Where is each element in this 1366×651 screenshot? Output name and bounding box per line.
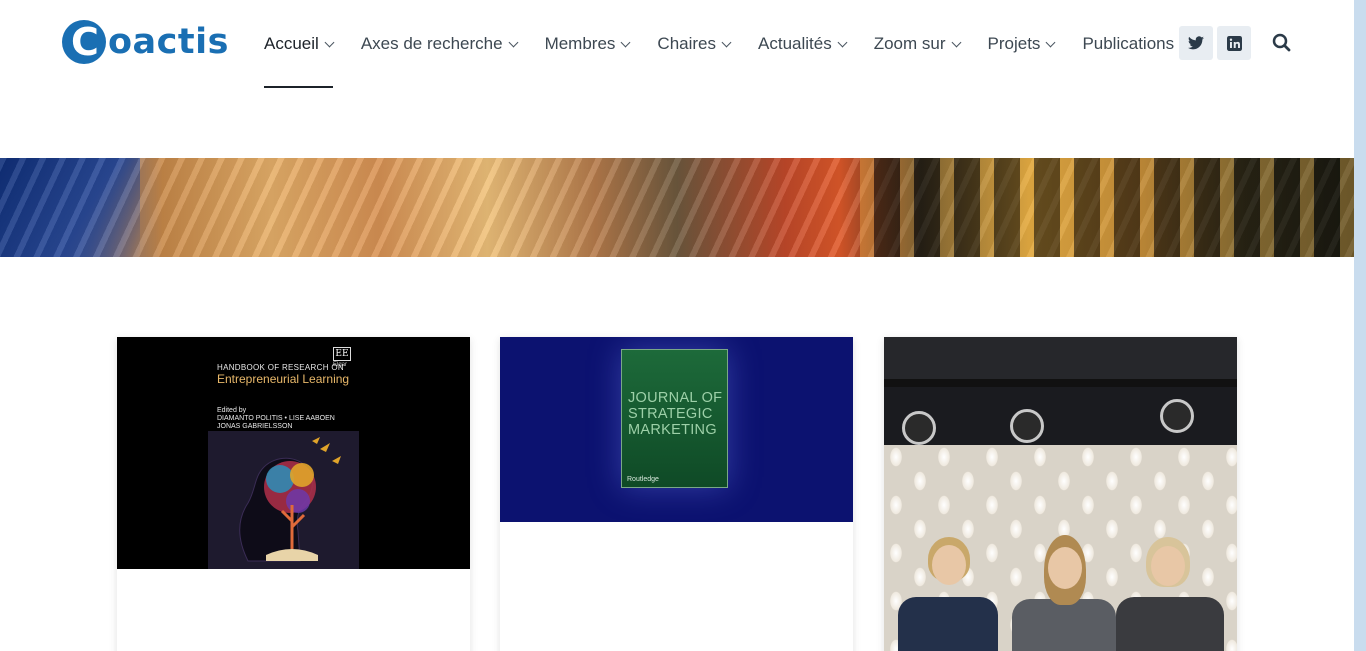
book-editors: Edited by DIAMANTO POLITIS • LISE AABOEN… [217,407,335,431]
head-tree-illustration [208,431,359,569]
editors-label: Edited by [217,407,247,414]
chevron-down-icon [620,37,631,47]
nav-label: Membres [544,34,616,53]
logo-mark: C [62,20,106,64]
banner-building-lights [860,158,1354,257]
twitter-link[interactable] [1179,26,1213,60]
main-nav: Accueil Axes de recherche Membres Chaire… [250,0,1202,88]
book-cover-image: EE Elgar HANDBOOK OF RESEARCH ON Entrepr… [117,337,470,569]
chevron-down-icon [1045,37,1056,47]
nav-item-accueil[interactable]: Accueil [250,0,347,88]
site-header: C oactis Accueil Axes de recherche Membr… [0,0,1354,158]
nav-label: Accueil [264,34,319,53]
person-left [898,537,998,651]
nav-label: Projets [987,34,1041,53]
hero-banner-image [0,158,1354,257]
nav-item-axes-de-recherche[interactable]: Axes de recherche [347,0,531,88]
journal-title: JOURNAL OF STRATEGIC MARKETING [628,390,722,438]
nav-item-membres[interactable]: Membres [531,0,644,88]
search-icon [1272,33,1291,52]
chevron-down-icon [837,37,848,47]
journal-cover-image: JOURNAL OF STRATEGIC MARKETING Routledge [500,337,853,522]
journal-title-line: STRATEGIC [628,406,713,422]
three-people-photo [884,337,1237,651]
nav-item-zoom-sur[interactable]: Zoom sur [860,0,974,88]
book-title: Entrepreneurial Learning [217,372,350,386]
journal-title-line: MARKETING [628,422,717,438]
chevron-down-icon [324,37,335,47]
search-button[interactable] [1270,31,1294,55]
chevron-down-icon [721,37,732,47]
spotlight [1160,399,1194,433]
nav-item-chaires[interactable]: Chaires [643,0,744,88]
logo-text: oactis [108,21,229,62]
linkedin-link[interactable] [1217,26,1251,60]
nav-label: Axes de recherche [360,34,503,53]
news-card[interactable] [884,337,1237,651]
publication-card[interactable]: JOURNAL OF STRATEGIC MARKETING Routledge [500,337,853,651]
spotlight [1010,409,1044,443]
linkedin-icon [1226,35,1242,51]
ceiling [884,337,1237,385]
spotlight [902,411,936,445]
nav-label: Publications [1082,34,1175,53]
twitter-icon [1188,36,1204,50]
nav-label: Zoom sur [873,34,946,53]
scrollbar-thumb[interactable] [1354,0,1366,651]
publication-card[interactable]: EE Elgar HANDBOOK OF RESEARCH ON Entrepr… [117,337,470,651]
journal-cover: JOURNAL OF STRATEGIC MARKETING Routledge [621,349,728,488]
nav-item-actualites[interactable]: Actualités [744,0,860,88]
nav-item-projets[interactable]: Projets [974,0,1069,88]
journal-publisher: Routledge [627,476,659,483]
light-rail [884,379,1237,387]
person-middle [1012,535,1116,651]
person-right [1116,537,1224,651]
social-links [1179,26,1251,60]
editors-line: DIAMANTO POLITIS • LISE AABOEN [217,415,335,422]
editors-line: JONAS GABRIELSSON [217,423,293,430]
nav-label: Actualités [758,34,832,53]
site-logo[interactable]: C oactis [62,18,229,66]
book-series: HANDBOOK OF RESEARCH ON [217,363,344,372]
chevron-down-icon [508,37,519,47]
journal-title-line: JOURNAL OF [628,390,723,406]
chevron-down-icon [951,37,961,47]
publisher-logo: EE [333,347,351,361]
page-scrollbar[interactable] [1354,0,1366,651]
nav-label: Chaires [657,34,717,53]
